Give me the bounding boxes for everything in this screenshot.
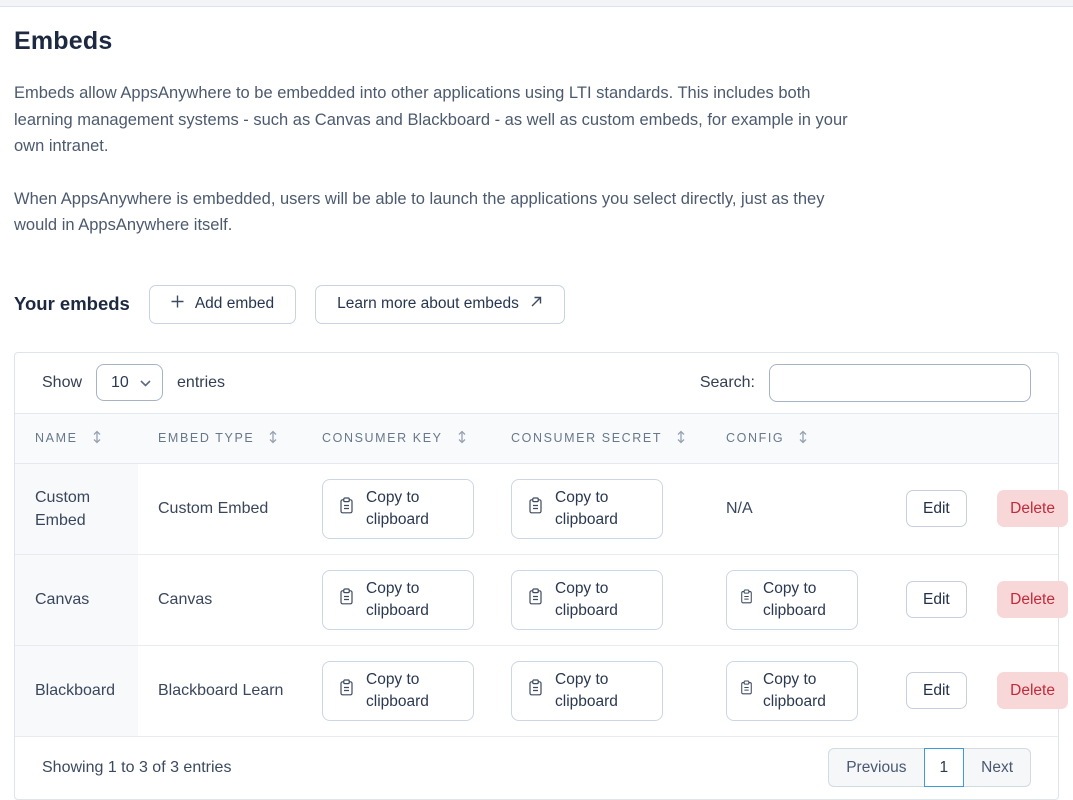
column-label: CONFIG [726, 431, 784, 445]
copy-consumer-secret-button[interactable]: Copy to clipboard [511, 661, 663, 721]
cell-name: Custom Embed [15, 463, 138, 554]
clipboard-icon [528, 679, 543, 703]
clipboard-icon [339, 679, 354, 703]
column-label: CONSUMER KEY [322, 431, 443, 445]
entries-summary: Showing 1 to 3 of 3 entries [42, 759, 231, 777]
cell-embed-type: Canvas [138, 554, 302, 645]
copy-button-label: Copy to clipboard [366, 487, 436, 531]
section-title: Your embeds [14, 293, 130, 315]
delete-button[interactable]: Delete [997, 581, 1068, 618]
column-header-config[interactable]: CONFIG [706, 413, 886, 463]
pagination: Previous 1 Next [828, 748, 1031, 787]
page-1-button[interactable]: 1 [924, 748, 965, 787]
previous-page-button[interactable]: Previous [828, 748, 923, 787]
column-label: CONSUMER SECRET [511, 431, 662, 445]
page-size-value: 10 [111, 374, 129, 392]
edit-button[interactable]: Edit [906, 581, 967, 618]
top-nav-edge [0, 0, 1073, 7]
sort-icon [457, 430, 467, 447]
column-header-actions [886, 413, 1058, 463]
column-header-consumer-secret[interactable]: CONSUMER SECRET [491, 413, 706, 463]
embeds-page: Embeds Embeds allow AppsAnywhere to be e… [0, 27, 1073, 800]
clipboard-icon [339, 497, 354, 521]
table-row: Canvas Canvas Copy to clipboard Copy to … [15, 554, 1058, 645]
cell-config: N/A [706, 463, 886, 554]
edit-button[interactable]: Edit [906, 672, 967, 709]
clipboard-icon [740, 589, 753, 611]
table-footer: Showing 1 to 3 of 3 entries Previous 1 N… [15, 737, 1058, 799]
sort-icon [268, 430, 278, 447]
column-label: EMBED TYPE [158, 431, 254, 445]
your-embeds-header: Your embeds Add embed Learn more about e… [14, 285, 1059, 324]
copy-config-button[interactable]: Copy to clipboard [726, 570, 858, 630]
next-page-button[interactable]: Next [964, 748, 1031, 787]
column-header-name[interactable]: NAME [15, 413, 138, 463]
show-label: Show [42, 374, 82, 392]
search-control: Search: [700, 364, 1031, 402]
plus-icon [171, 295, 184, 313]
entries-label: entries [177, 374, 225, 392]
sort-icon [92, 430, 102, 447]
table-row: Blackboard Blackboard Learn Copy to clip… [15, 645, 1058, 736]
table-header: NAME EMBED TYPE CONSUMER KEY CONSUMER SE… [15, 413, 1058, 463]
intro-paragraph-1: Embeds allow AppsAnywhere to be embedded… [14, 80, 857, 160]
external-link-icon [530, 295, 543, 313]
clipboard-icon [740, 680, 753, 702]
chevron-down-icon [140, 374, 151, 392]
learn-more-button[interactable]: Learn more about embeds [315, 285, 565, 324]
copy-button-label: Copy to clipboard [763, 669, 833, 713]
cell-embed-type: Custom Embed [138, 463, 302, 554]
copy-consumer-key-button[interactable]: Copy to clipboard [322, 570, 474, 630]
sort-icon [798, 430, 808, 447]
copy-config-button[interactable]: Copy to clipboard [726, 661, 858, 721]
intro-paragraph-2: When AppsAnywhere is embedded, users wil… [14, 186, 857, 239]
embeds-table: NAME EMBED TYPE CONSUMER KEY CONSUMER SE… [15, 413, 1058, 737]
copy-button-label: Copy to clipboard [555, 669, 625, 713]
clipboard-icon [528, 497, 543, 521]
copy-consumer-secret-button[interactable]: Copy to clipboard [511, 570, 663, 630]
column-header-embed-type[interactable]: EMBED TYPE [138, 413, 302, 463]
search-input[interactable] [769, 364, 1031, 402]
clipboard-icon [528, 588, 543, 612]
copy-button-label: Copy to clipboard [763, 578, 833, 622]
sort-icon [676, 430, 686, 447]
column-label: NAME [35, 431, 78, 445]
table-row: Custom Embed Custom Embed Copy to clipbo… [15, 463, 1058, 554]
clipboard-icon [339, 588, 354, 612]
cell-embed-type: Blackboard Learn [138, 645, 302, 736]
cell-name: Canvas [15, 554, 138, 645]
delete-button[interactable]: Delete [997, 672, 1068, 709]
copy-consumer-key-button[interactable]: Copy to clipboard [322, 661, 474, 721]
edit-button[interactable]: Edit [906, 490, 967, 527]
learn-more-label: Learn more about embeds [337, 295, 519, 313]
table-toolbar: Show 10 entries Search: [15, 353, 1058, 413]
page-size-control: Show 10 entries [42, 364, 225, 401]
copy-button-label: Copy to clipboard [555, 578, 625, 622]
page-title: Embeds [14, 27, 1059, 56]
column-header-consumer-key[interactable]: CONSUMER KEY [302, 413, 491, 463]
page-size-select[interactable]: 10 [96, 364, 163, 401]
cell-name: Blackboard [15, 645, 138, 736]
delete-button[interactable]: Delete [997, 490, 1068, 527]
copy-consumer-secret-button[interactable]: Copy to clipboard [511, 479, 663, 539]
search-label: Search: [700, 374, 755, 392]
copy-consumer-key-button[interactable]: Copy to clipboard [322, 479, 474, 539]
copy-button-label: Copy to clipboard [366, 669, 436, 713]
embeds-table-card: Show 10 entries Search: NAME [14, 352, 1059, 800]
copy-button-label: Copy to clipboard [366, 578, 436, 622]
add-embed-button[interactable]: Add embed [149, 285, 296, 324]
copy-button-label: Copy to clipboard [555, 487, 625, 531]
add-embed-label: Add embed [195, 295, 274, 313]
